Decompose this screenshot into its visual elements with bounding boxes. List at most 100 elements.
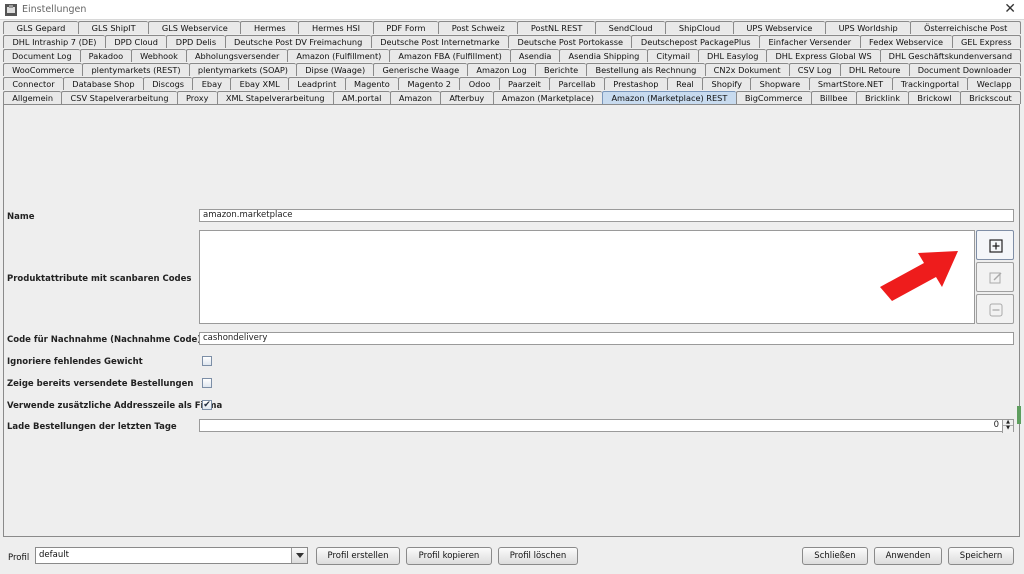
tab[interactable]: Amazon (Marketplace) — [492, 91, 603, 104]
ignore-weight-checkbox[interactable] — [202, 356, 212, 366]
tab[interactable]: Webhook — [131, 49, 186, 62]
tab[interactable]: Brickscout — [959, 91, 1021, 104]
tab[interactable]: ShipCloud — [665, 21, 733, 34]
tab[interactable]: WooCommerce — [3, 63, 83, 76]
tab[interactable]: Magento 2 — [398, 77, 460, 90]
tab[interactable]: Billbee — [810, 91, 856, 104]
tab[interactable]: Asendia — [509, 49, 560, 62]
tab[interactable]: Bricklink — [855, 91, 909, 104]
tab[interactable]: Allgemein — [3, 91, 62, 104]
tab[interactable]: XML Stapelverarbeitung — [216, 91, 333, 104]
tab[interactable]: DHL Geschäftskundenversand — [879, 49, 1022, 62]
tab[interactable]: BigCommerce — [735, 91, 811, 104]
tab[interactable]: Amazon (Fulfillment) — [287, 49, 390, 62]
cod-input[interactable]: cashondelivery — [199, 332, 1014, 345]
tab[interactable]: UPS Webservice — [732, 21, 825, 34]
tab[interactable]: Odoo — [459, 77, 499, 90]
tab[interactable]: DHL Retoure — [839, 63, 909, 76]
delete-profile-button[interactable]: Profil löschen — [498, 547, 578, 565]
tab[interactable]: Prestashop — [603, 77, 667, 90]
show-shipped-checkbox[interactable] — [202, 378, 212, 388]
tab[interactable]: Deutsche Post Internetmarke — [370, 35, 509, 48]
tab[interactable]: SendCloud — [595, 21, 666, 34]
tab[interactable]: Amazon Log — [467, 63, 535, 76]
tab[interactable]: Discogs — [142, 77, 193, 90]
tab[interactable]: Asendia Shipping — [559, 49, 648, 62]
tab[interactable]: plentymarkets (REST) — [82, 63, 189, 76]
tab[interactable]: Connector — [3, 77, 63, 90]
tab[interactable]: CN2x Dokument — [704, 63, 789, 76]
tab[interactable]: DHL Easylog — [698, 49, 767, 62]
profile-select[interactable]: default — [35, 547, 308, 564]
tab[interactable]: CSV Stapelverarbeitung — [61, 91, 177, 104]
load-days-spinner[interactable]: 0 ▲ ▼ — [199, 419, 1014, 433]
close-button[interactable]: Schließen — [802, 547, 868, 565]
tab[interactable]: Trackingportal — [891, 77, 968, 90]
tab[interactable]: DPD Cloud — [104, 35, 167, 48]
tab[interactable]: Parcellab — [549, 77, 604, 90]
save-button[interactable]: Speichern — [948, 547, 1014, 565]
tab[interactable]: PostNL REST — [517, 21, 595, 34]
tab[interactable]: Deutsche Post DV Freimachung — [224, 35, 371, 48]
close-window-icon[interactable]: ✕ — [1004, 1, 1016, 17]
tab[interactable]: Amazon FBA (Fulfillment) — [389, 49, 510, 62]
tab[interactable]: Ebay XML — [230, 77, 289, 90]
add-code-button[interactable] — [976, 230, 1014, 260]
tab[interactable]: DPD Delis — [166, 35, 225, 48]
spinner-down-icon[interactable]: ▼ — [1003, 426, 1013, 432]
tab[interactable]: Abholungsversender — [185, 49, 288, 62]
tab[interactable]: Shopware — [750, 77, 809, 90]
tab[interactable]: Citymail — [647, 49, 698, 62]
tab[interactable]: Pakadoo — [79, 49, 132, 62]
tab[interactable]: Dipse (Waage) — [296, 63, 374, 76]
copy-profile-button[interactable]: Profil kopieren — [406, 547, 492, 565]
edit-code-button[interactable] — [976, 262, 1014, 292]
tab[interactable]: Brickowl — [908, 91, 960, 104]
tab[interactable]: Hermes HSI — [298, 21, 373, 34]
tab[interactable]: Shopify — [702, 77, 751, 90]
tab[interactable]: plentymarkets (SOAP) — [188, 63, 297, 76]
tab[interactable]: Amazon — [389, 91, 441, 104]
tab[interactable]: Hermes — [240, 21, 299, 34]
tab[interactable]: Einfacher Versender — [759, 35, 860, 48]
tab[interactable]: Magento — [344, 77, 399, 90]
tab[interactable]: Proxy — [176, 91, 217, 104]
tab[interactable]: Österreichische Post — [910, 21, 1021, 34]
tab[interactable]: Afterbuy — [440, 91, 493, 104]
tab[interactable]: DHL Intraship 7 (DE) — [3, 35, 105, 48]
tab[interactable]: Bestellung als Rechnung — [586, 63, 705, 76]
name-input[interactable]: amazon.marketplace — [199, 209, 1014, 222]
tab[interactable]: PDF Form — [372, 21, 439, 34]
tab[interactable]: GLS ShipIT — [77, 21, 149, 34]
dropdown-arrow[interactable] — [291, 548, 307, 563]
tab[interactable]: SmartStore.NET — [808, 77, 892, 90]
tab[interactable]: Leadprint — [288, 77, 345, 90]
tab[interactable]: Fedex Webservice — [859, 35, 952, 48]
tab[interactable]: CSV Log — [788, 63, 840, 76]
tab[interactable]: Document Log — [3, 49, 80, 62]
tab[interactable]: Amazon (Marketplace) REST — [602, 91, 736, 104]
tab[interactable]: Deutsche Post Portokasse — [508, 35, 632, 48]
tab[interactable]: Weclapp — [967, 77, 1021, 90]
tab[interactable]: Generische Waage — [373, 63, 468, 76]
spinner-arrows[interactable]: ▲ ▼ — [1002, 420, 1013, 433]
tab[interactable]: DHL Express Global WS — [766, 49, 880, 62]
tab[interactable]: Database Shop — [62, 77, 143, 90]
tab[interactable]: Berichte — [534, 63, 587, 76]
tab[interactable]: UPS Worldship — [824, 21, 911, 34]
tab[interactable]: Real — [666, 77, 703, 90]
tab[interactable]: GEL Express — [951, 35, 1022, 48]
remove-code-button[interactable] — [976, 294, 1014, 324]
tab[interactable]: Document Downloader — [908, 63, 1021, 76]
tab[interactable]: GLS Webservice — [148, 21, 241, 34]
tab[interactable]: Post Schweiz — [438, 21, 518, 34]
address-line-checkbox[interactable]: ✔ — [202, 400, 212, 410]
tab[interactable]: Paarzeit — [498, 77, 550, 90]
codes-list[interactable] — [199, 230, 975, 324]
apply-button[interactable]: Anwenden — [874, 547, 942, 565]
tab[interactable]: Deutschepost PackagePlus — [631, 35, 759, 48]
tab[interactable]: GLS Gepard — [3, 21, 78, 34]
tab[interactable]: AM.portal — [332, 91, 390, 104]
tab[interactable]: Ebay — [192, 77, 231, 90]
create-profile-button[interactable]: Profil erstellen — [316, 547, 400, 565]
